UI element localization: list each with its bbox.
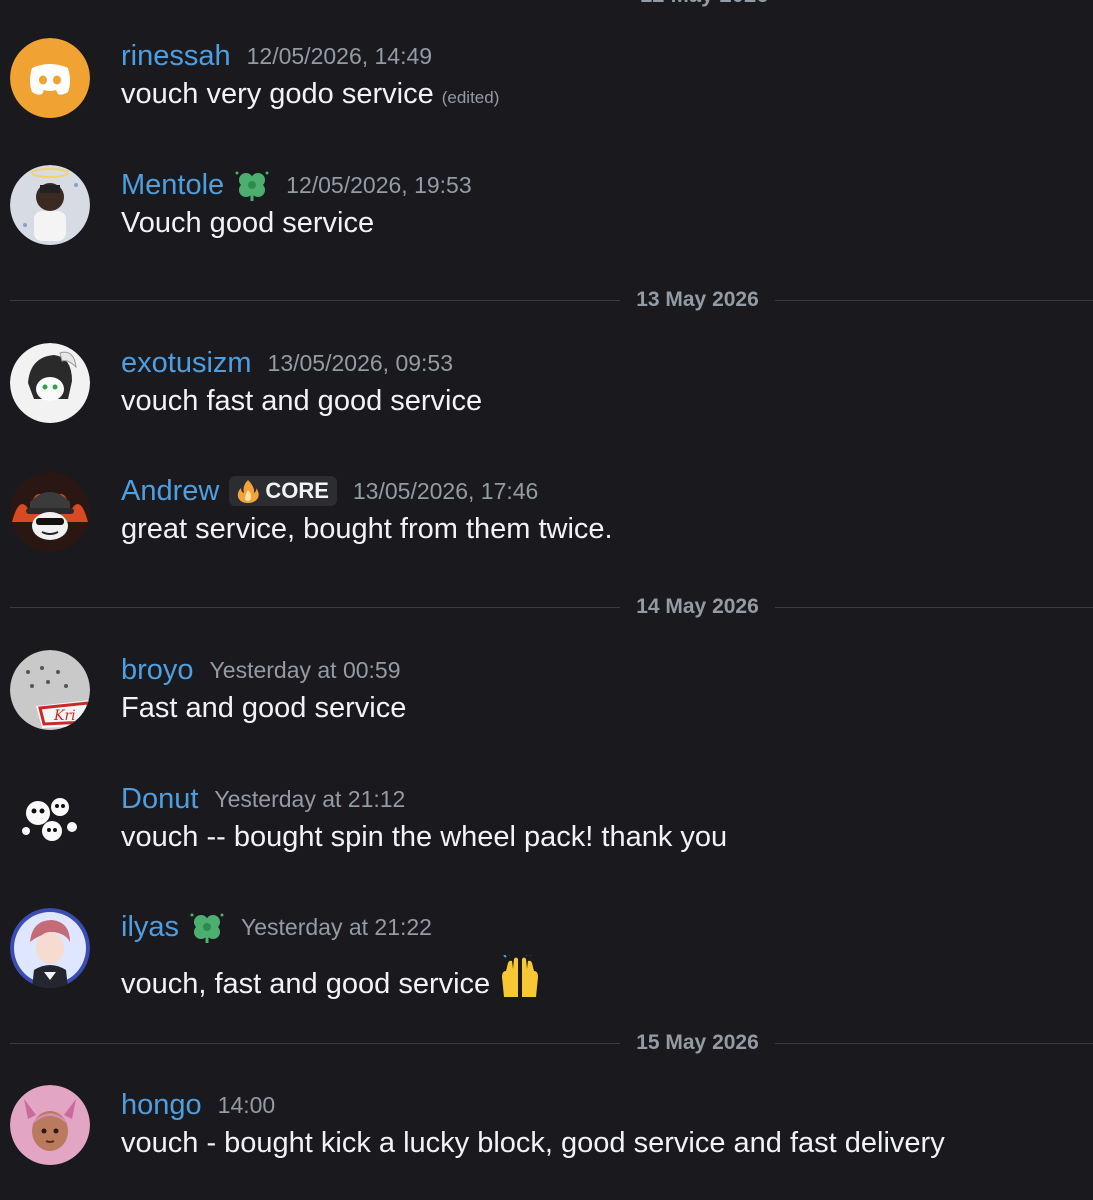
message-content: vouch very godo service (edited) — [121, 78, 499, 111]
svg-text:Kri: Kri — [53, 708, 76, 724]
message-content: vouch, fast and good service — [121, 949, 544, 1001]
timestamp: 12/05/2026, 19:53 — [286, 171, 472, 198]
user-avatar-image — [10, 165, 90, 245]
message-text: vouch very godo service — [121, 78, 434, 110]
core-tag-label: CORE — [265, 478, 329, 503]
avatar[interactable] — [10, 779, 90, 859]
divider-line — [775, 1043, 1093, 1044]
message-item[interactable]: Donut Yesterday at 21:12 vouch -- bought… — [0, 779, 1093, 889]
clipped-date-divider: 12 May 2026 — [640, 0, 768, 8]
message-text: vouch, fast and good service — [121, 968, 491, 1000]
message-content: Vouch good service — [121, 207, 374, 240]
message-text: vouch -- bought spin the wheel pack! tha… — [121, 821, 728, 853]
username[interactable]: ilyas — [121, 911, 179, 944]
date-divider-label: 14 May 2026 — [636, 595, 759, 618]
username[interactable]: Mentole — [121, 169, 224, 202]
timestamp: Yesterday at 21:22 — [241, 913, 432, 940]
date-divider: 15 May 2026 — [10, 1028, 1093, 1058]
timestamp: Yesterday at 00:59 — [209, 656, 401, 683]
message-text: great service, bought from them twice. — [121, 513, 613, 545]
avatar[interactable] — [10, 343, 90, 423]
avatar[interactable] — [10, 165, 90, 245]
flame-icon — [235, 478, 261, 504]
message-content: vouch - bought kick a lucky block, good … — [121, 1127, 945, 1160]
username[interactable]: Andrew — [121, 475, 219, 508]
message-text: Fast and good service — [121, 692, 407, 724]
username[interactable]: rinessah — [121, 40, 231, 73]
divider-line — [10, 1043, 620, 1044]
green-clover-badge-icon[interactable] — [189, 910, 225, 944]
raising-hands-emoji — [496, 955, 544, 999]
message-content: vouch fast and good service — [121, 385, 482, 418]
avatar[interactable] — [10, 1085, 90, 1165]
timestamp: 13/05/2026, 17:46 — [352, 477, 539, 504]
username[interactable]: broyo — [121, 654, 194, 687]
user-avatar-image — [10, 1085, 90, 1165]
user-avatar-image — [10, 472, 90, 552]
message-item[interactable]: hongo 14:00 vouch - bought kick a lucky … — [0, 1085, 1093, 1195]
message-text: vouch fast and good service — [121, 385, 483, 417]
message-item[interactable]: ilyas Yesterday at 21:22 vouch, fast and… — [0, 907, 1093, 1017]
message-item[interactable]: rinessah 12/05/2026, 14:49 vouch very go… — [0, 36, 1093, 146]
user-avatar-image — [10, 343, 90, 423]
date-divider: 14 May 2026 — [10, 592, 1093, 622]
date-divider-label: 13 May 2026 — [636, 288, 759, 311]
core-tag[interactable]: CORE — [229, 476, 337, 506]
message-item[interactable]: Mentole 12/05/2026, 19:53 Vouch good ser… — [0, 165, 1093, 275]
user-avatar-image — [10, 908, 90, 988]
divider-line — [775, 300, 1093, 301]
date-divider-label: 15 May 2026 — [636, 1031, 759, 1054]
message-text: vouch - bought kick a lucky block, good … — [121, 1127, 945, 1159]
username[interactable]: Donut — [121, 783, 198, 816]
timestamp: Yesterday at 21:12 — [214, 785, 406, 812]
message-content: Fast and good service — [121, 692, 406, 725]
discord-default-avatar-icon — [10, 38, 90, 118]
username[interactable]: hongo — [121, 1089, 202, 1122]
username[interactable]: exotusizm — [121, 347, 252, 380]
message-content: vouch -- bought spin the wheel pack! tha… — [121, 821, 727, 854]
message-text: Vouch good service — [121, 207, 375, 239]
divider-line — [775, 607, 1093, 608]
timestamp: 13/05/2026, 09:53 — [267, 349, 453, 376]
user-avatar-image: Kri — [10, 650, 90, 730]
message-content: great service, bought from them twice. — [121, 513, 613, 546]
date-divider: 13 May 2026 — [10, 285, 1093, 315]
green-clover-badge-icon[interactable] — [234, 168, 270, 202]
divider-line — [10, 300, 620, 301]
avatar[interactable] — [10, 472, 90, 552]
avatar[interactable] — [10, 38, 90, 118]
edited-label: (edited) — [441, 88, 500, 107]
message-item[interactable]: exotusizm 13/05/2026, 09:53 vouch fast a… — [0, 343, 1093, 453]
timestamp: 12/05/2026, 14:49 — [246, 42, 433, 69]
message-item[interactable]: Kri broyo Yesterday at 00:59 Fast and go… — [0, 650, 1093, 760]
divider-line — [10, 607, 620, 608]
avatar[interactable]: Kri — [10, 650, 90, 730]
message-item[interactable]: Andrew CORE 13/05/2026, 17:46 great serv… — [0, 471, 1093, 581]
avatar[interactable] — [10, 908, 90, 988]
timestamp: 14:00 — [217, 1091, 276, 1118]
user-avatar-image — [10, 779, 90, 859]
